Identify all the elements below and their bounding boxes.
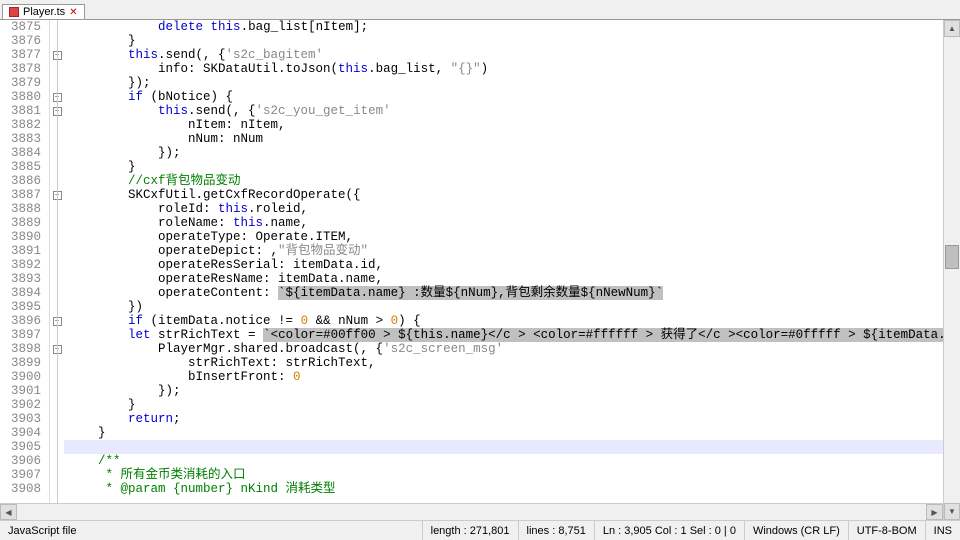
vertical-scrollbar[interactable]: ▲ ▼: [943, 20, 960, 520]
tab-filename: Player.ts: [23, 6, 65, 18]
close-icon[interactable]: ✕: [69, 7, 77, 18]
scroll-up-icon[interactable]: ▲: [944, 20, 960, 37]
scroll-right-icon[interactable]: ▶: [926, 504, 943, 520]
status-length: length : 271,801: [423, 521, 519, 540]
status-bar: JavaScript file length : 271,801 lines :…: [0, 520, 960, 540]
tab-bar: Player.ts ✕: [0, 0, 960, 20]
file-icon: [9, 7, 19, 17]
scroll-left-icon[interactable]: ◀: [0, 504, 17, 520]
horizontal-scrollbar[interactable]: ◀ ▶: [0, 503, 943, 520]
scroll-down-icon[interactable]: ▼: [944, 503, 960, 520]
code-area[interactable]: delete this.bag_list[nItem]; } this.send…: [64, 20, 960, 520]
code-editor[interactable]: 3875387638773878387938803881388238833884…: [0, 20, 960, 520]
file-tab[interactable]: Player.ts ✕: [2, 4, 85, 19]
status-position: Ln : 3,905 Col : 1 Sel : 0 | 0: [595, 521, 745, 540]
status-eol[interactable]: Windows (CR LF): [745, 521, 849, 540]
status-mode[interactable]: INS: [926, 521, 960, 540]
fold-margin[interactable]: −−−−−−: [50, 20, 64, 520]
line-numbers: 3875387638773878387938803881388238833884…: [0, 20, 50, 520]
status-encoding[interactable]: UTF-8-BOM: [849, 521, 926, 540]
status-lines: lines : 8,751: [519, 521, 595, 540]
status-filetype: JavaScript file: [0, 521, 423, 540]
scroll-thumb[interactable]: [945, 245, 959, 269]
